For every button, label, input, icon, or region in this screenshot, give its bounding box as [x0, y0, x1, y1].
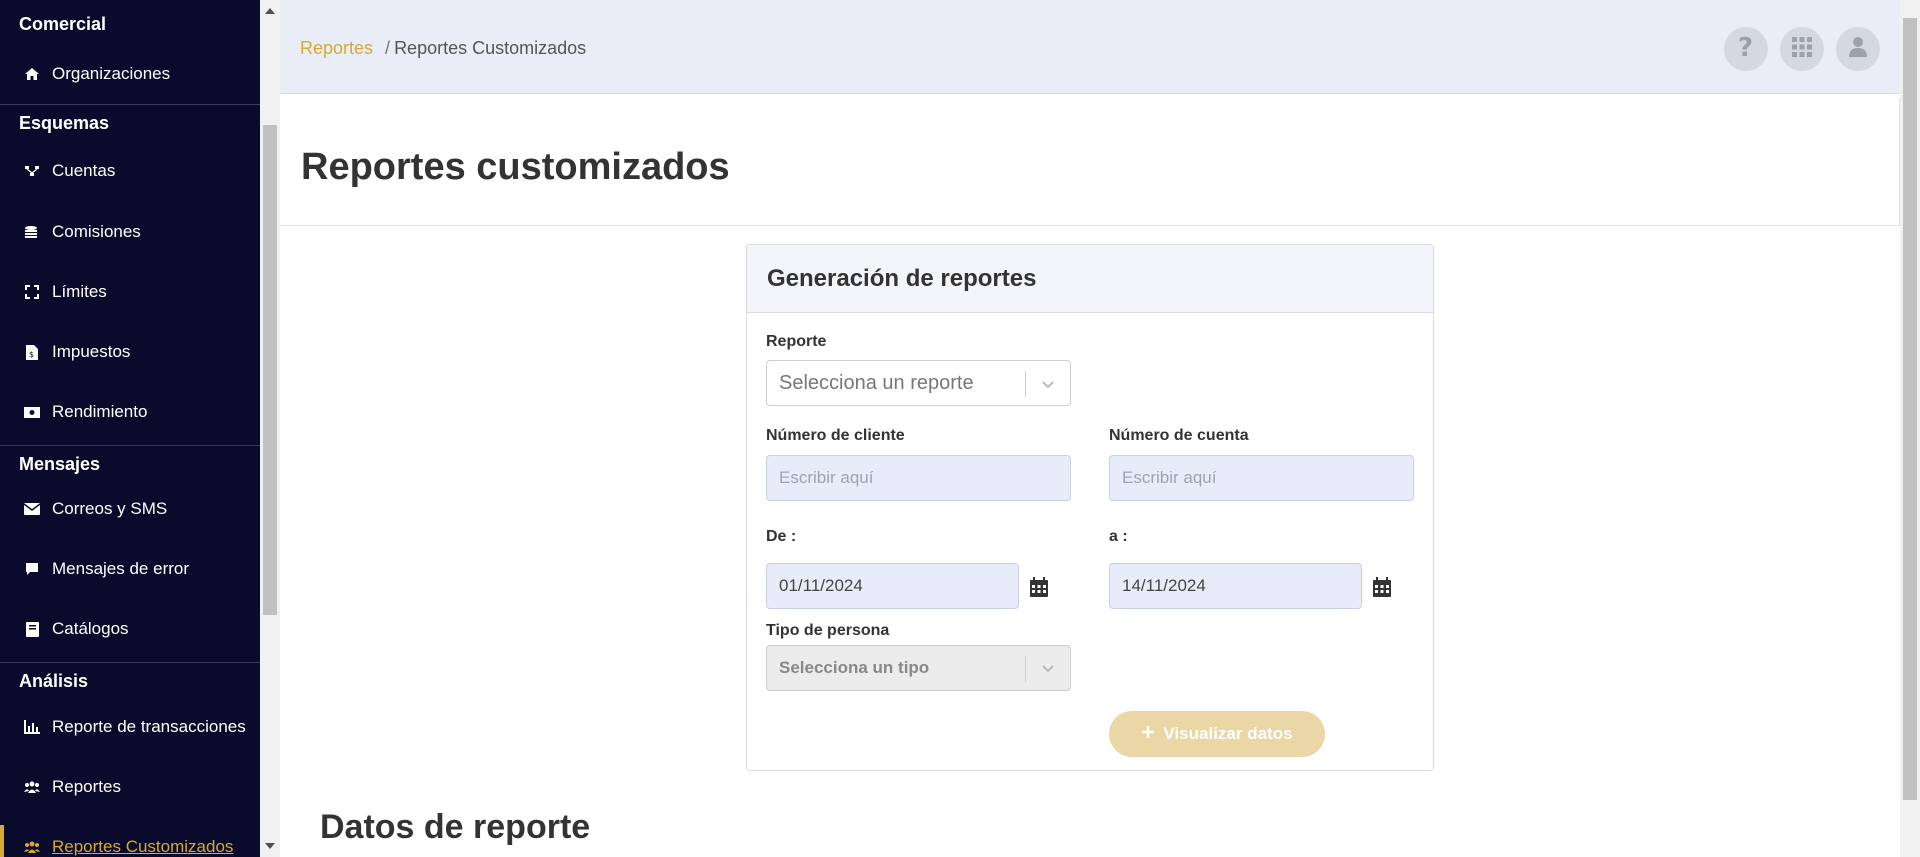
date-to-field[interactable]: 14/11/2024 [1109, 563, 1362, 609]
sidebar-section-esquemas: Esquemas [0, 104, 260, 134]
sidebar-item-reportes[interactable]: Reportes [0, 765, 260, 809]
calendar-icon[interactable] [1373, 577, 1393, 597]
help-button[interactable]: ? [1724, 27, 1768, 71]
sidebar-item-label: Organizaciones [52, 64, 171, 83]
question-icon: ? [1737, 33, 1755, 64]
coins-icon [24, 224, 40, 240]
sidebar-item-organizaciones[interactable]: Organizaciones [0, 52, 260, 96]
sidebar-item-comisiones[interactable]: Comisiones [0, 210, 260, 254]
top-header: Reportes / Reportes Customizados ? [280, 0, 1900, 94]
account-number-label: Número de cuenta [1109, 427, 1249, 444]
sidebar-item-label: Comisiones [52, 222, 141, 241]
report-label: Reporte [766, 333, 827, 350]
main-scrollbar[interactable] [1900, 0, 1920, 857]
expand-icon [24, 284, 40, 300]
sidebar-section-analisis: Análisis [0, 662, 260, 692]
date-from-field[interactable]: 01/11/2024 [766, 563, 1019, 609]
client-number-label: Número de cliente [766, 427, 905, 444]
sidebar-item-impuestos[interactable]: $ Impuestos [0, 330, 260, 374]
scrollbar-thumb[interactable] [263, 125, 277, 615]
sidebar-item-label: Reportes [52, 777, 121, 796]
date-from-label: De : [766, 528, 797, 545]
report-select[interactable]: Selecciona un reporte [766, 360, 1071, 406]
home-icon [24, 66, 40, 82]
breadcrumb-link-reportes[interactable]: Reportes [300, 38, 373, 58]
scroll-down-arrow[interactable] [265, 843, 275, 849]
breadcrumb-current: Reportes Customizados [394, 38, 587, 58]
sidebar-item-label: Rendimiento [52, 402, 148, 421]
page-title: Reportes customizados [301, 146, 730, 188]
sidebar-item-reportes-customizados[interactable]: Reportes Customizados [0, 825, 260, 857]
chevron-down-icon [1040, 660, 1056, 681]
sidebar-item-label: Límites [52, 282, 107, 301]
breadcrumb: Reportes / Reportes Customizados [300, 38, 586, 59]
person-type-select[interactable]: Selecciona un tipo [766, 645, 1071, 691]
account-number-field[interactable]: Escribir aquí [1109, 455, 1414, 501]
sidebar-item-label: Impuestos [52, 342, 131, 361]
sidebar-item-label: Catálogos [52, 619, 129, 638]
users-icon [24, 839, 40, 855]
report-data-title: Datos de reporte [320, 808, 591, 846]
calendar-icon[interactable] [1030, 577, 1050, 597]
card-title: Generación de reportes [747, 245, 1433, 313]
visualize-data-label: Visualizar datos [1163, 724, 1293, 743]
sidebar-item-reporte-transacciones[interactable]: Reporte de transacciones [0, 705, 260, 749]
apps-button[interactable] [1780, 27, 1824, 71]
file-invoice-icon: $ [24, 344, 40, 360]
chevron-down-icon [1040, 375, 1056, 398]
comment-icon [24, 561, 40, 577]
person-type-label: Tipo de persona [766, 622, 890, 639]
sidebar-scrollbar[interactable] [260, 0, 280, 857]
person-type-placeholder: Selecciona un tipo [779, 658, 930, 677]
visualize-data-button[interactable]: Visualizar datos [1109, 711, 1325, 757]
client-number-field[interactable]: Escribir aquí [766, 455, 1071, 501]
scrollbar-thumb[interactable] [1903, 18, 1917, 800]
sidebar-item-rendimiento[interactable]: Rendimiento [0, 390, 260, 434]
sidebar-item-label: Reportes Customizados [52, 837, 234, 856]
sidebar-item-label: Mensajes de error [52, 559, 190, 578]
plus-icon [1141, 724, 1155, 744]
svg-text:$: $ [29, 350, 34, 359]
user-menu-button[interactable] [1836, 27, 1880, 71]
users-icon [24, 779, 40, 795]
book-icon [24, 621, 40, 637]
sidebar-item-correos[interactable]: Correos y SMS [0, 487, 260, 531]
sidebar-section-comercial: Comercial [19, 14, 107, 34]
accounts-icon [24, 163, 40, 179]
grid-icon [1792, 36, 1812, 62]
date-to-label: a : [1109, 528, 1128, 545]
sidebar-item-limites[interactable]: Límites [0, 270, 260, 314]
report-generation-card: Generación de reportes Reporte Seleccion… [746, 244, 1434, 771]
chart-bar-icon [24, 719, 40, 735]
select-separator [1025, 371, 1026, 397]
scroll-up-arrow[interactable] [265, 8, 275, 14]
sidebar-item-mensajes-error[interactable]: Mensajes de error [0, 547, 260, 591]
select-separator [1025, 656, 1026, 682]
sidebar-item-label: Cuentas [52, 161, 116, 180]
sidebar-item-cuentas[interactable]: Cuentas [0, 149, 260, 193]
page-header: Reportes customizados [280, 98, 1900, 226]
report-select-placeholder: Selecciona un reporte [779, 371, 974, 394]
sidebar-section-mensajes: Mensajes [0, 445, 260, 475]
sidebar-item-label: Reporte de transacciones [52, 717, 246, 736]
sidebar-item-catalogos[interactable]: Catálogos [0, 607, 260, 651]
envelope-icon [24, 501, 40, 517]
sidebar: Comercial Organizaciones Esquemas Cuenta… [0, 0, 260, 857]
user-icon [1849, 36, 1867, 62]
svg-text:?: ? [1738, 35, 1753, 59]
sidebar-item-label: Correos y SMS [52, 499, 168, 518]
money-bill-icon [24, 404, 40, 420]
breadcrumb-separator: / [385, 38, 391, 58]
